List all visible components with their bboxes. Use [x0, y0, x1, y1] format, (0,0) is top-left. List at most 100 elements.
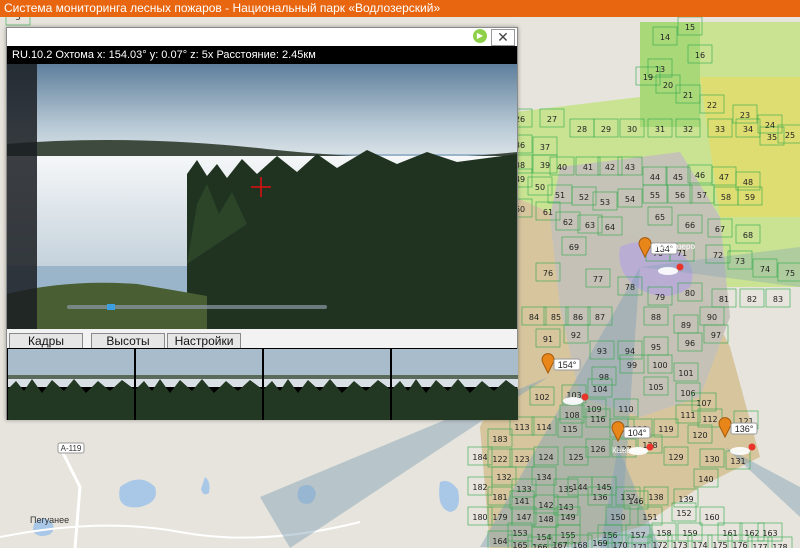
grid-cell-number: 39	[540, 161, 550, 170]
smoke-icon	[563, 397, 583, 405]
grid-cell-number: 105	[648, 383, 663, 392]
grid-cell-number: 141	[514, 497, 529, 506]
grid-cell-number: 87	[595, 313, 605, 322]
grid-cell-number: 33	[715, 125, 725, 134]
grid-cell-number: 54	[625, 195, 635, 204]
grid-cell-number: 150	[610, 513, 625, 522]
grid-cell-number: 161	[722, 529, 737, 538]
grid-cell-number: 64	[605, 223, 615, 232]
grid-cell-number: 79	[655, 293, 665, 302]
grid-cell-number: 83	[773, 295, 783, 304]
tab-frames[interactable]: Кадры	[9, 333, 83, 348]
grid-cell-number: 50	[535, 183, 545, 192]
grid-cell-number: 46	[695, 171, 705, 180]
grid-cell-number: 69	[569, 243, 579, 252]
grid-cell-number: 28	[577, 125, 587, 134]
grid-cell-number: 178	[772, 543, 787, 548]
progress-handle[interactable]	[107, 304, 115, 310]
grid-cell-number: 154	[536, 533, 551, 542]
thumbnail-frame[interactable]	[392, 349, 518, 420]
grid-cell-number: 89	[681, 321, 691, 330]
grid-cell-number: 67	[715, 225, 725, 234]
fire-icon[interactable]	[748, 443, 756, 451]
grid-cell-number: 172	[652, 541, 667, 548]
grid-cell-number: 130	[704, 455, 719, 464]
grid-cell-number: 179	[492, 513, 507, 522]
grid-cell-number: 41	[583, 163, 593, 172]
grid-cell-number: 173	[672, 541, 687, 548]
grid-cell-number: 122	[492, 455, 507, 464]
grid-cell-number: 80	[685, 289, 695, 298]
tab-heights[interactable]: Высоты	[91, 333, 165, 348]
grid-cell-number: 31	[655, 125, 665, 134]
grid-cell-number: 77	[593, 275, 603, 284]
bearing-label: 136°	[735, 424, 754, 434]
grid-cell-number: 168	[572, 541, 587, 548]
grid-cell-number: 153	[512, 529, 527, 538]
grid-cell-number: 66	[685, 221, 695, 230]
grid-cell-number: 40	[557, 163, 567, 172]
grid-cell-number: 123	[514, 455, 529, 464]
thumbnail-frame[interactable]	[264, 349, 390, 420]
grid-cell-number: 25	[785, 131, 795, 140]
bearing-label: 154°	[558, 360, 577, 370]
grid-cell-number: 73	[735, 257, 745, 266]
grid-cell-number: 119	[658, 425, 673, 434]
thumbnail-frame[interactable]	[136, 349, 262, 420]
tab-settings[interactable]: Настройки	[167, 333, 241, 348]
fire-icon[interactable]	[676, 263, 684, 271]
grid-cell-number: 99	[627, 361, 637, 370]
grid-cell-number: 59	[745, 193, 755, 202]
forest-right	[187, 150, 517, 329]
camera-video-view[interactable]: !	[7, 64, 517, 329]
grid-cell-number: 5	[15, 17, 20, 22]
grid-cell-number: 34	[743, 125, 753, 134]
grid-cell-number: 32	[683, 125, 693, 134]
grid-cell-number: 138	[648, 493, 663, 502]
close-button[interactable]: ✕	[491, 29, 515, 46]
grid-cell-number: 139	[678, 495, 693, 504]
grid-cell-number: 101	[678, 369, 693, 378]
grid-cell-number: 170	[612, 541, 627, 548]
play-icon[interactable]: ▶	[473, 29, 487, 43]
grid-cell-number: 44	[650, 173, 660, 182]
grid-cell-number: 182	[472, 483, 487, 492]
grid-cell-number: 74	[760, 265, 770, 274]
camera-window[interactable]: ▶ ✕ RU.10.2 Охтома x: 154.03° y: 0.07° z…	[6, 27, 518, 420]
grid-cell-number: 114	[536, 423, 551, 432]
grid-cell-number: 159	[682, 529, 697, 538]
grid-cell-number: 88	[651, 313, 661, 322]
grid-cell-number: 115	[562, 425, 577, 434]
grid-cell-number: 100	[652, 361, 667, 370]
grid-cell-number: 144	[572, 483, 587, 492]
grid-cell-number: 24	[765, 121, 775, 130]
grid-cell-number: 110	[618, 405, 633, 414]
grid-cell-number: 56	[675, 191, 685, 200]
grid-cell-number: 96	[685, 339, 695, 348]
grid-cell-number: 183	[492, 435, 507, 444]
grid-cell-number: 94	[625, 347, 635, 356]
progress-track[interactable]	[67, 305, 327, 309]
grid-cell-number: 16	[695, 51, 705, 60]
grid-cell-number: 142	[538, 501, 553, 510]
grid-cell-number: 86	[573, 313, 583, 322]
grid-cell-number: 61	[543, 208, 553, 217]
grid-cell-number: 93	[597, 347, 607, 356]
grid-cell-number: 63	[585, 221, 595, 230]
grid-cell-number: 98	[599, 373, 609, 382]
grid-cell-number: 135	[558, 485, 573, 494]
thumbnail-frame[interactable]	[8, 349, 134, 420]
grid-cell-number: 48	[743, 178, 753, 187]
grid-cell-number: 126	[590, 445, 605, 454]
grid-cell-number: 149	[560, 513, 575, 522]
fire-icon[interactable]	[581, 393, 589, 401]
thumbnail-strip	[7, 348, 518, 420]
grid-cell-number: 81	[719, 295, 729, 304]
grid-cell-number: 14	[660, 33, 670, 42]
lake-label: Кажозеро	[612, 446, 648, 455]
grid-cell-number: 124	[538, 453, 553, 462]
grid-cell-number: 72	[713, 251, 723, 260]
camera-window-header: ▶ ✕	[7, 28, 517, 46]
grid-cell-number: 174	[692, 541, 707, 548]
grid-cell-number: 22	[707, 101, 717, 110]
